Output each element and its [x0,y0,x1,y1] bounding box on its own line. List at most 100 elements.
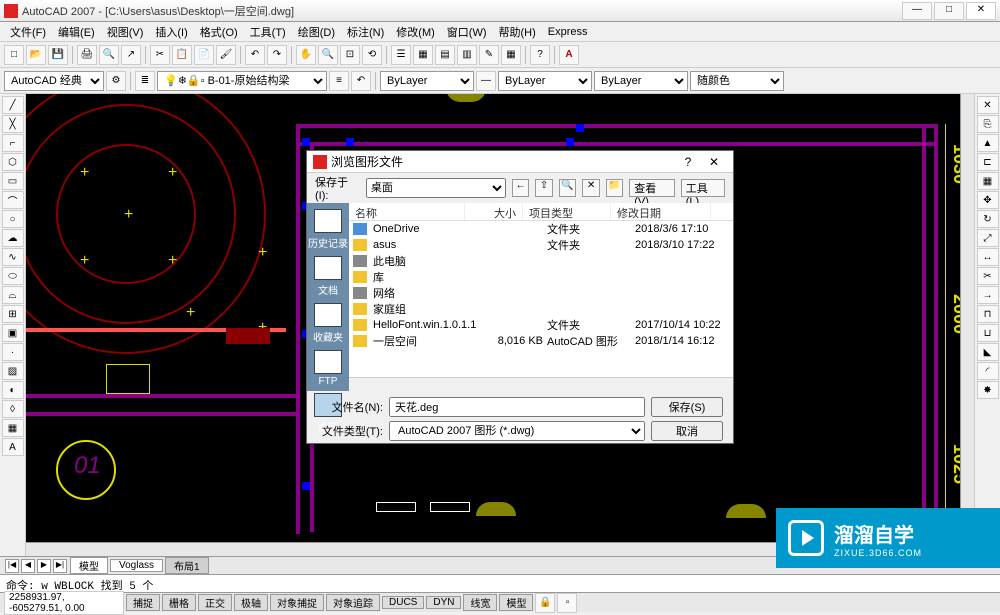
menu-insert[interactable]: 插入(I) [149,24,193,40]
col-type[interactable]: 项目类型 [523,203,611,220]
dialog-help-icon[interactable]: ? [675,155,701,169]
menu-modify[interactable]: 修改(M) [390,24,441,40]
offset-icon[interactable]: ⊏ [977,153,999,171]
status-lwt[interactable]: 线宽 [463,594,497,611]
open-icon[interactable]: 📂 [26,45,46,65]
copy-icon[interactable]: 📋 [172,45,192,65]
arc-icon[interactable]: ⌒ [2,191,24,209]
status-grid[interactable]: 栅格 [162,594,196,611]
cut-icon[interactable]: ✂ [150,45,170,65]
file-row[interactable]: 一层空间 8,016 KB AutoCAD 图形 2018/1/14 16:12 [349,333,733,349]
copy-obj-icon[interactable]: ⎘ [977,115,999,133]
toolpalette-icon[interactable]: ▤ [435,45,455,65]
workspace-settings-icon[interactable]: ⚙ [106,71,126,91]
spline-icon[interactable]: ∿ [2,248,24,266]
workspace-combo[interactable]: AutoCAD 经典 [4,71,104,91]
status-lock-icon[interactable]: 🔒 [535,593,555,613]
rectangle-icon[interactable]: ▭ [2,172,24,190]
menu-dimension[interactable]: 标注(N) [341,24,390,40]
up-icon[interactable]: ⇧ [535,179,552,197]
layer-props-icon[interactable]: ≣ [135,71,155,91]
back-icon[interactable]: ← [512,179,529,197]
file-row[interactable]: 此电脑 [349,253,733,269]
chamfer-icon[interactable]: ◣ [977,343,999,361]
minimize-button[interactable]: — [902,2,932,20]
text-a-icon[interactable]: A [559,45,579,65]
file-list-scrollbar[interactable] [349,377,733,391]
tab-layout1[interactable]: 布局1 [165,557,209,574]
revcloud-icon[interactable]: ☁ [2,229,24,247]
menu-draw[interactable]: 绘图(D) [292,24,341,40]
plot-preview-icon[interactable]: 🔍 [99,45,119,65]
layer-combo[interactable]: 💡❄🔒▫ B-01-原始结构梁 [157,71,327,91]
dcenter-icon[interactable]: ▦ [413,45,433,65]
region-icon[interactable]: ◊ [2,400,24,418]
linetype-combo[interactable]: ByLayer [498,71,592,91]
ellipse-icon[interactable]: ⬭ [2,267,24,285]
fillet-icon[interactable]: ◜ [977,362,999,380]
search-web-icon[interactable]: 🔍 [559,179,576,197]
canvas-scrollbar-vertical[interactable] [960,94,974,542]
maximize-button[interactable]: □ [934,2,964,20]
status-model[interactable]: 模型 [499,594,533,611]
join-icon[interactable]: ⊔ [977,324,999,342]
polygon-icon[interactable]: ⬡ [2,153,24,171]
tab-last-icon[interactable]: ▶| [53,559,67,573]
sidebar-documents[interactable]: 文档 [307,254,349,299]
status-dyn[interactable]: DYN [426,596,461,609]
stretch-icon[interactable]: ↔ [977,248,999,266]
help-icon[interactable]: ? [530,45,550,65]
status-polar[interactable]: 极轴 [234,594,268,611]
command-line[interactable]: 命令: w WBLOCK 找到 5 个 [0,574,1000,592]
line-icon[interactable]: ╱ [2,96,24,114]
print-icon[interactable]: 🖨 [77,45,97,65]
status-snap[interactable]: 捕捉 [126,594,160,611]
array-icon[interactable]: ▦ [977,172,999,190]
tab-first-icon[interactable]: |◀ [5,559,19,573]
rotate-icon[interactable]: ↻ [977,210,999,228]
menu-window[interactable]: 窗口(W) [441,24,493,40]
plotstyle-combo[interactable]: 随颜色 [690,71,784,91]
file-row[interactable]: HelloFont.win.1.0.1.1 文件夹 2017/10/14 10:… [349,317,733,333]
sidebar-ftp[interactable]: FTP [307,348,349,389]
cancel-button[interactable]: 取消 [651,421,723,441]
mtext-icon[interactable]: A [2,438,24,456]
file-row[interactable]: 库 [349,269,733,285]
tools-dropdown[interactable]: 工具(L) [681,179,725,197]
file-row[interactable]: asus 文件夹 2018/3/10 17:22 [349,237,733,253]
tab-next-icon[interactable]: ▶ [37,559,51,573]
zoom-realtime-icon[interactable]: 🔍 [318,45,338,65]
menu-tools[interactable]: 工具(T) [244,24,292,40]
save-button[interactable]: 保存(S) [651,397,723,417]
dialog-close-icon[interactable]: ✕ [701,155,727,169]
layer-previous-icon[interactable]: ↶ [351,71,371,91]
ellipsearc-icon[interactable]: ⌓ [2,286,24,304]
gradient-icon[interactable]: ◐ [2,381,24,399]
publish-icon[interactable]: ↗ [121,45,141,65]
redo-icon[interactable]: ↷ [267,45,287,65]
tab-voglass[interactable]: Voglass [110,559,163,572]
sheetset-icon[interactable]: ▥ [457,45,477,65]
make-block-icon[interactable]: ▣ [2,324,24,342]
pline-icon[interactable]: ⌐ [2,134,24,152]
menu-view[interactable]: 视图(V) [101,24,150,40]
markup-icon[interactable]: ✎ [479,45,499,65]
zoom-window-icon[interactable]: ⊡ [340,45,360,65]
newfolder-icon[interactable]: 📁 [606,179,623,197]
views-dropdown[interactable]: 查看(V) [629,179,674,197]
sidebar-favorites[interactable]: 收藏夹 [307,301,349,346]
trim-icon[interactable]: ✂ [977,267,999,285]
layer-states-icon[interactable]: ≡ [329,71,349,91]
menu-help[interactable]: 帮助(H) [493,24,542,40]
extend-icon[interactable]: → [977,286,999,304]
hatch-icon[interactable]: ▨ [2,362,24,380]
linetype-icon[interactable]: — [476,71,496,91]
new-icon[interactable]: □ [4,45,24,65]
move-icon[interactable]: ✥ [977,191,999,209]
status-ducs[interactable]: DUCS [382,596,424,609]
mirror-icon[interactable]: ▲ [977,134,999,152]
menu-edit[interactable]: 编辑(E) [52,24,101,40]
tab-prev-icon[interactable]: ◀ [21,559,35,573]
pan-icon[interactable]: ✋ [296,45,316,65]
file-row[interactable]: OneDrive 文件夹 2018/3/6 17:10 [349,221,733,237]
